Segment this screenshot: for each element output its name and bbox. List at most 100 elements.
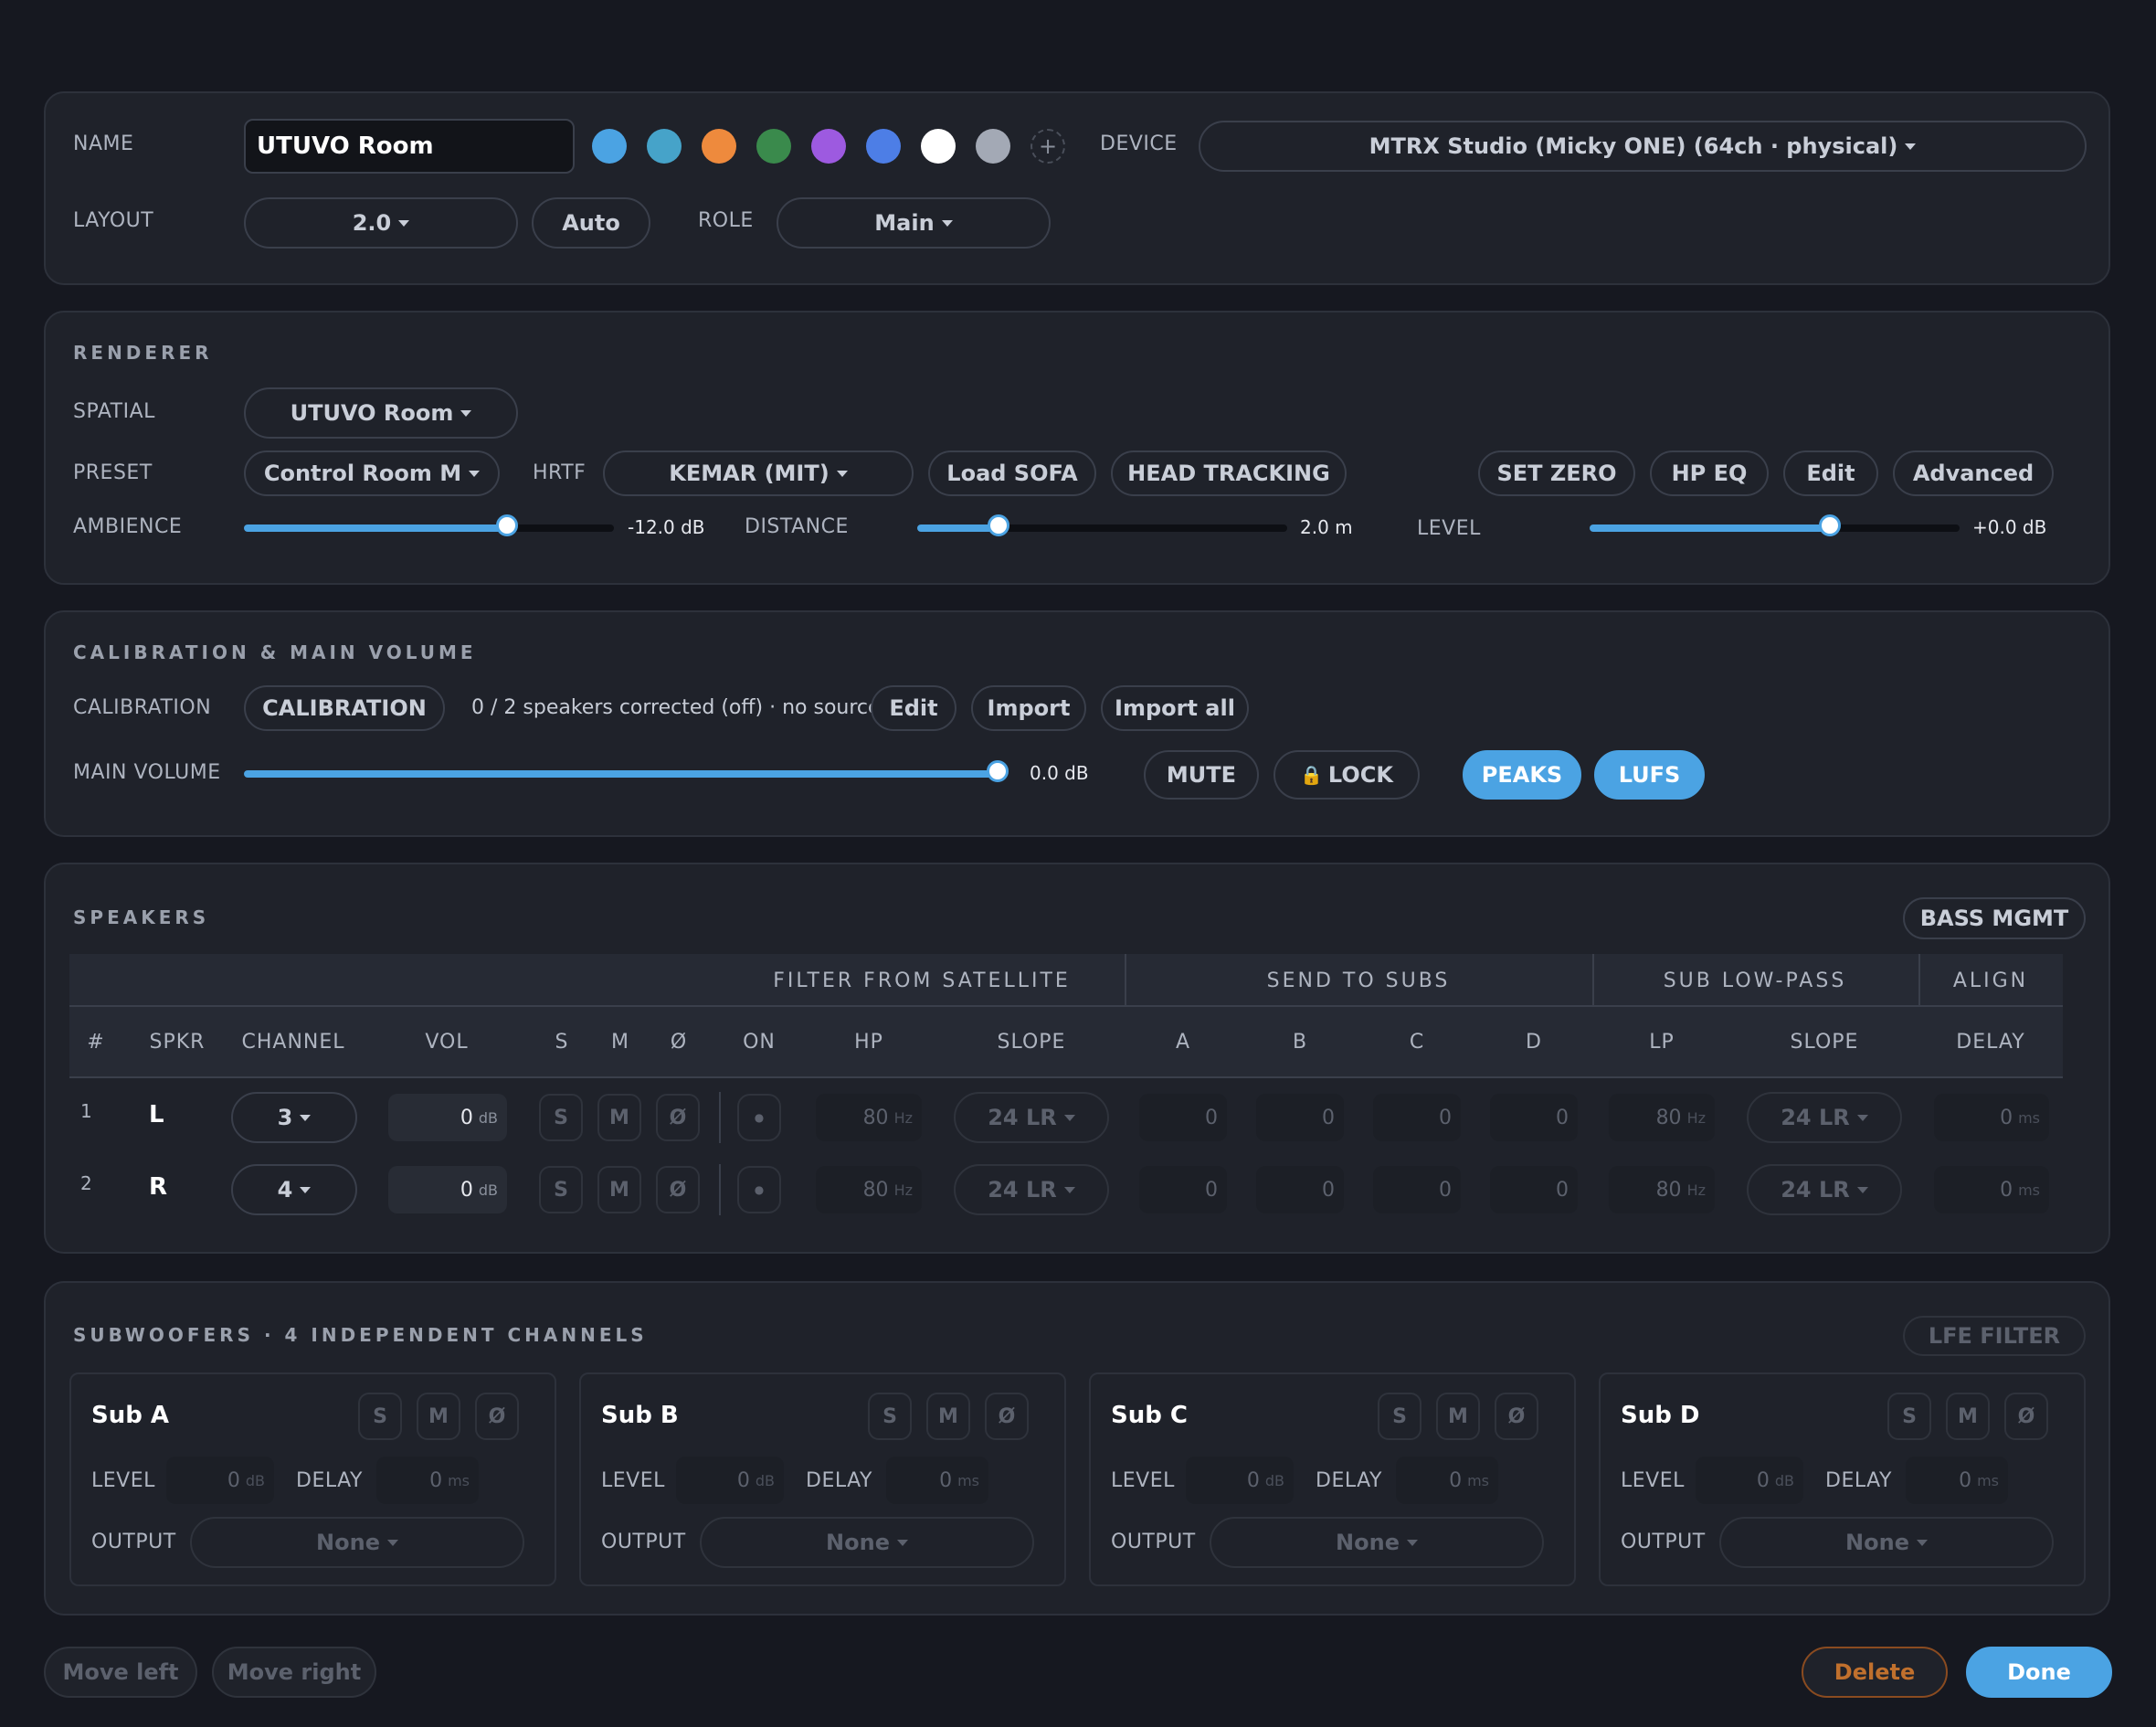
level-slider[interactable] [1590, 514, 1960, 536]
peaks-toggle[interactable]: PEAKS [1463, 750, 1581, 800]
distance-slider-handle[interactable] [988, 514, 1010, 536]
sub-output-value: None [1336, 1530, 1400, 1555]
import-all-button[interactable]: Import all [1101, 685, 1249, 731]
channel-select[interactable]: 3 [231, 1092, 357, 1143]
calibration-button[interactable]: CALIBRATION [244, 685, 445, 731]
volume-input[interactable]: 0 dB [388, 1166, 507, 1213]
sub-phase-button[interactable]: Ø [2004, 1393, 2048, 1440]
lufs-toggle[interactable]: LUFS [1594, 750, 1705, 800]
calibration-edit-button[interactable]: Edit [871, 685, 956, 731]
filter-on-toggle[interactable]: ● [737, 1094, 781, 1141]
sub-solo-button[interactable]: S [1887, 1393, 1931, 1440]
sub-solo-button[interactable]: S [358, 1393, 402, 1440]
lfe-filter-button[interactable]: LFE FILTER [1903, 1316, 2086, 1356]
solo-button[interactable]: S [539, 1166, 583, 1213]
send-a-input[interactable]: 0 [1139, 1094, 1227, 1141]
delay-input[interactable]: 0 ms [1934, 1094, 2049, 1141]
sub-output-select[interactable]: None [1719, 1517, 2054, 1568]
send-a-input[interactable]: 0 [1139, 1166, 1227, 1213]
main-volume-slider-handle[interactable] [987, 760, 1009, 782]
renderer-edit-button[interactable]: Edit [1783, 450, 1878, 496]
solo-button[interactable]: S [539, 1094, 583, 1141]
sub-delay-input[interactable]: 0 ms [886, 1457, 988, 1504]
advanced-button[interactable]: Advanced [1893, 450, 2054, 496]
name-input[interactable]: UTUVO Room [244, 119, 575, 174]
sub-level-input[interactable]: 0 dB [166, 1457, 274, 1504]
add-color-button[interactable]: + [1030, 129, 1065, 164]
send-c-input[interactable]: 0 [1373, 1166, 1461, 1213]
preset-select[interactable]: Control Room M [244, 450, 500, 496]
color-swatch-blue[interactable] [592, 129, 627, 164]
lp-frequency-input[interactable]: 80 Hz [1609, 1094, 1715, 1141]
channel-select[interactable]: 4 [231, 1164, 357, 1215]
color-swatch-white[interactable] [921, 129, 956, 164]
lp-slope-select[interactable]: 24 LR [1747, 1092, 1902, 1143]
mute-button[interactable]: M [597, 1094, 641, 1141]
color-swatch-green[interactable] [756, 129, 791, 164]
load-sofa-button[interactable]: Load SOFA [928, 450, 1096, 496]
sub-level-input[interactable]: 0 dB [676, 1457, 784, 1504]
sub-phase-button[interactable]: Ø [475, 1393, 519, 1440]
hrtf-select[interactable]: KEMAR (MIT) [603, 450, 914, 496]
head-tracking-button[interactable]: HEAD TRACKING [1111, 450, 1347, 496]
lock-button[interactable]: 🔒 LOCK [1274, 750, 1420, 800]
volume-input[interactable]: 0 dB [388, 1094, 507, 1141]
sub-mute-button[interactable]: M [417, 1393, 460, 1440]
hp-frequency-input[interactable]: 80 Hz [816, 1166, 922, 1213]
distance-slider[interactable] [917, 514, 1287, 536]
move-right-button[interactable]: Move right [212, 1647, 376, 1698]
main-volume-slider[interactable] [244, 760, 1009, 782]
sub-phase-button[interactable]: Ø [985, 1393, 1029, 1440]
hp-eq-button[interactable]: HP EQ [1650, 450, 1769, 496]
move-left-button[interactable]: Move left [44, 1647, 197, 1698]
set-zero-button[interactable]: SET ZERO [1478, 450, 1635, 496]
layout-select[interactable]: 2.0 [244, 197, 518, 249]
sub-solo-button[interactable]: S [1378, 1393, 1421, 1440]
send-b-input[interactable]: 0 [1256, 1166, 1344, 1213]
lp-frequency-input[interactable]: 80 Hz [1609, 1166, 1715, 1213]
color-swatch-purple[interactable] [811, 129, 846, 164]
spatial-select[interactable]: UTUVO Room [244, 387, 518, 439]
ambience-slider-handle[interactable] [495, 514, 518, 536]
send-c-input[interactable]: 0 [1373, 1094, 1461, 1141]
sub-level-input[interactable]: 0 dB [1696, 1457, 1803, 1504]
import-button[interactable]: Import [971, 685, 1086, 731]
color-swatch-royal-blue[interactable] [866, 129, 901, 164]
done-button[interactable]: Done [1966, 1647, 2112, 1698]
hp-slope-select[interactable]: 24 LR [954, 1092, 1109, 1143]
device-select[interactable]: MTRX Studio (Micky ONE) (64ch · physical… [1199, 121, 2087, 172]
lp-slope-select[interactable]: 24 LR [1747, 1164, 1902, 1215]
phase-invert-button[interactable]: Ø [656, 1094, 700, 1141]
sub-phase-button[interactable]: Ø [1495, 1393, 1538, 1440]
hp-frequency-input[interactable]: 80 Hz [816, 1094, 922, 1141]
sub-mute-button[interactable]: M [926, 1393, 970, 1440]
filter-on-toggle[interactable]: ● [737, 1166, 781, 1213]
sub-output-select[interactable]: None [1210, 1517, 1544, 1568]
delay-input[interactable]: 0 ms [1934, 1166, 2049, 1213]
phase-invert-button[interactable]: Ø [656, 1166, 700, 1213]
color-swatch-teal[interactable] [647, 129, 682, 164]
bass-mgmt-button[interactable]: BASS MGMT [1903, 897, 2086, 939]
sub-solo-button[interactable]: S [868, 1393, 912, 1440]
sub-level-input[interactable]: 0 dB [1186, 1457, 1294, 1504]
sub-mute-button[interactable]: M [1946, 1393, 1990, 1440]
color-swatch-gray[interactable] [976, 129, 1010, 164]
role-select[interactable]: Main [777, 197, 1051, 249]
mute-button[interactable]: M [597, 1166, 641, 1213]
ambience-slider[interactable] [244, 514, 614, 536]
send-d-input[interactable]: 0 [1490, 1094, 1578, 1141]
auto-button[interactable]: Auto [532, 197, 650, 249]
sub-delay-input[interactable]: 0 ms [1906, 1457, 2008, 1504]
hp-slope-select[interactable]: 24 LR [954, 1164, 1109, 1215]
sub-output-select[interactable]: None [700, 1517, 1034, 1568]
mute-button[interactable]: MUTE [1144, 750, 1259, 800]
sub-output-select[interactable]: None [190, 1517, 524, 1568]
sub-mute-button[interactable]: M [1436, 1393, 1480, 1440]
send-d-input[interactable]: 0 [1490, 1166, 1578, 1213]
delete-button[interactable]: Delete [1802, 1647, 1948, 1698]
color-swatch-orange[interactable] [702, 129, 736, 164]
send-b-input[interactable]: 0 [1256, 1094, 1344, 1141]
sub-delay-input[interactable]: 0 ms [376, 1457, 479, 1504]
main-volume-label: MAIN VOLUME [73, 761, 221, 784]
sub-delay-input[interactable]: 0 ms [1396, 1457, 1498, 1504]
